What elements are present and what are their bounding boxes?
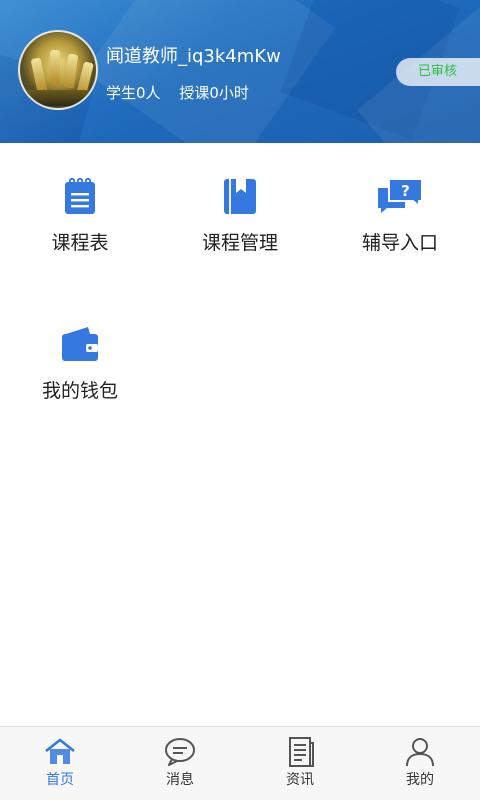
nav-label: 我的 (406, 772, 434, 788)
avatar-trophy (63, 53, 79, 89)
message-icon (165, 738, 195, 766)
wallet-icon (62, 327, 98, 361)
student-count: 学生0人 (106, 84, 161, 102)
schedule-icon (65, 177, 95, 214)
nav-label: 资讯 (286, 772, 314, 788)
home-icon (45, 738, 75, 764)
svg-text:?: ? (401, 182, 410, 200)
avatar-trophy (50, 50, 60, 84)
avatar-trophy (30, 57, 48, 93)
nav-messages[interactable]: 消息 (120, 737, 240, 789)
profile-icon (406, 738, 434, 767)
news-icon (289, 737, 314, 767)
menu-item-wallet[interactable]: 我的钱包 (0, 324, 160, 403)
teaching-hours: 授课0小时 (179, 84, 249, 102)
teacher-stats: 学生0人 授课0小时 (106, 82, 263, 103)
avatar[interactable] (18, 30, 98, 110)
menu-label: 辅导入口 (361, 232, 438, 254)
username: 闻道教师_iq3k4mKw (106, 46, 281, 67)
menu-item-tutoring[interactable]: ? 辅导入口 (320, 176, 480, 255)
status-badge: 已审核 (396, 58, 480, 86)
menu-label: 课程表 (51, 232, 109, 254)
bottom-nav: 首页 消息 资讯 我的 (0, 726, 480, 800)
tutoring-chat-icon: ? (378, 178, 423, 213)
menu-item-course-management[interactable]: 课程管理 (160, 176, 320, 255)
menu-label: 课程管理 (201, 232, 278, 254)
menu-label: 我的钱包 (41, 380, 118, 402)
menu-item-schedule[interactable]: 课程表 (0, 176, 160, 255)
nav-profile[interactable]: 我的 (360, 737, 480, 789)
avatar-base (26, 90, 94, 106)
nav-label: 首页 (46, 772, 74, 788)
course-book-icon (224, 179, 256, 214)
profile-header: 闻道教师_iq3k4mKw 学生0人 授课0小时 已审核 (0, 0, 480, 143)
nav-label: 消息 (166, 772, 194, 788)
nav-home[interactable]: 首页 (0, 737, 120, 789)
nav-news[interactable]: 资讯 (240, 737, 360, 789)
